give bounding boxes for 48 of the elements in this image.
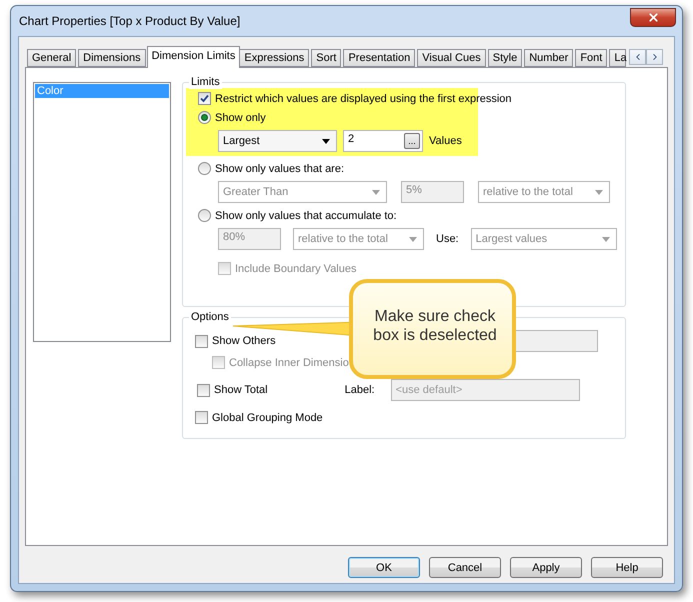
checkbox[interactable] (197, 384, 210, 396)
field-label: Label: (344, 384, 375, 396)
close-icon (646, 10, 660, 24)
use-label: Use: (436, 233, 459, 245)
caret-icon (602, 236, 610, 242)
tab[interactable]: Sort (311, 49, 342, 67)
dialog-button[interactable]: Apply (510, 557, 582, 578)
tab[interactable]: General (27, 49, 76, 67)
caret-icon (595, 190, 603, 194)
checkbox[interactable] (195, 411, 208, 424)
caret-icon (372, 190, 380, 194)
radio-label: Show only values that are: (215, 162, 344, 174)
tab[interactable]: Presentation (343, 49, 416, 67)
checkbox-label: Collapse Inner Dimensio (229, 356, 349, 368)
tab[interactable]: Number (524, 49, 574, 67)
radio-label: Show only values that accumulate to: (215, 210, 397, 222)
scroll-right-button[interactable] (646, 49, 664, 65)
tab[interactable]: Visual Cues (417, 49, 486, 67)
values-label: Values (429, 135, 462, 147)
more-button[interactable]: ... (404, 133, 420, 149)
checkbox-label: Show Total (214, 384, 268, 396)
close-button[interactable] (630, 8, 676, 26)
checkbox-label: Global Grouping Mode (212, 412, 323, 424)
radio-button[interactable] (198, 162, 211, 175)
dialog-button[interactable]: Cancel (429, 557, 501, 578)
tab[interactable]: Style (488, 49, 522, 67)
group-title: Limits (189, 75, 222, 89)
radio-label: Show only (215, 112, 266, 124)
scroll-left-button[interactable] (629, 49, 646, 65)
checkbox[interactable] (195, 334, 208, 348)
tab[interactable]: La (609, 49, 626, 67)
caret-icon (322, 138, 330, 144)
radio-button[interactable] (198, 209, 211, 222)
tab[interactable]: Expressions (239, 49, 310, 67)
dialog-button[interactable]: OK (348, 557, 420, 578)
tab[interactable]: Dimension Limits (146, 46, 240, 68)
radio-button[interactable] (198, 111, 211, 124)
dialog-button[interactable]: Help (591, 557, 663, 578)
window-title: Chart Properties [Top x Product By Value] (19, 14, 240, 28)
caret-icon (409, 236, 417, 242)
callout-text: Make sure check box is deselected (372, 307, 498, 345)
checkbox-label: Include Boundary Values (235, 262, 356, 274)
tab[interactable]: Font (575, 49, 608, 67)
checkbox[interactable] (198, 92, 211, 105)
group-title: Options (189, 310, 231, 324)
dropdown[interactable]: Largest (218, 130, 337, 152)
tab[interactable]: Dimensions (78, 49, 146, 67)
checkbox-label: Show Others (212, 335, 276, 347)
